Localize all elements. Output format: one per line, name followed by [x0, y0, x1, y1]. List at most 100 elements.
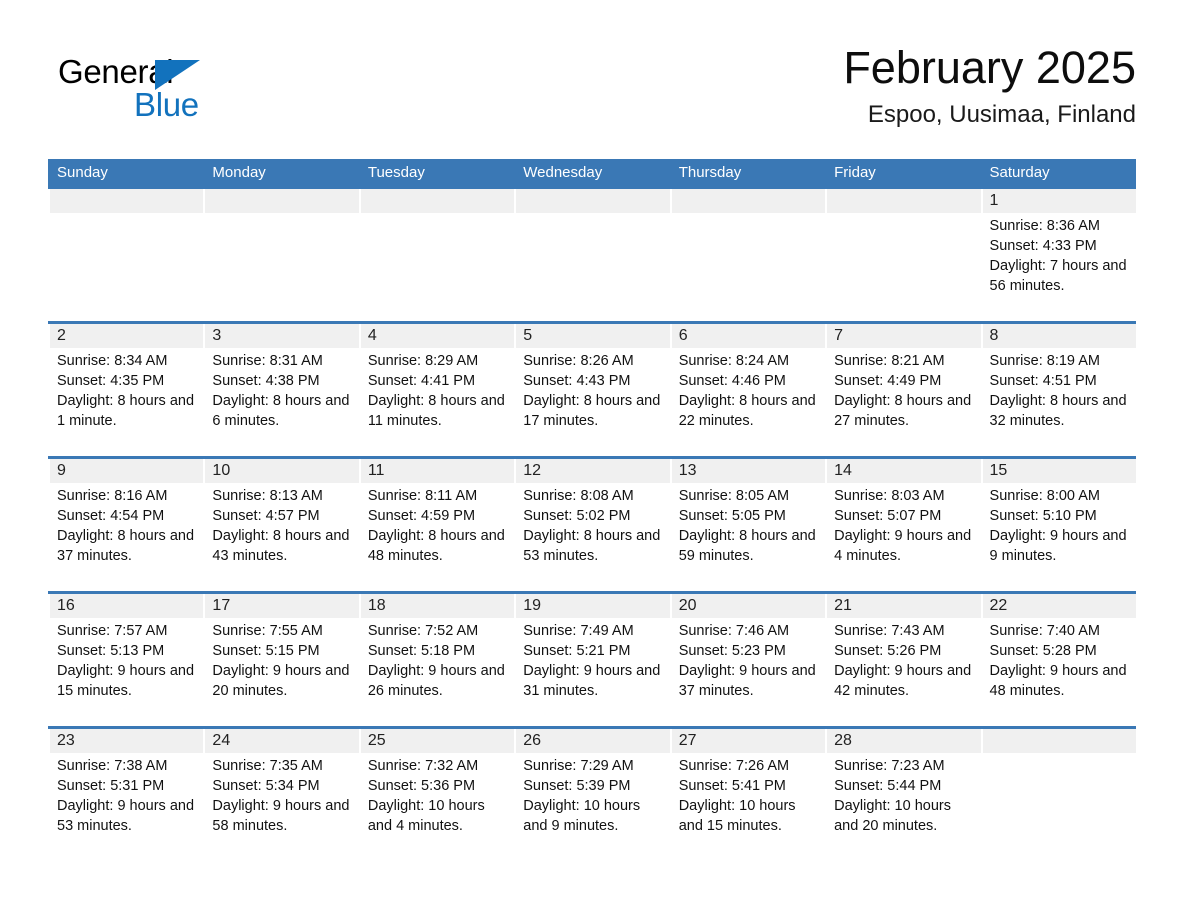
column-separator	[203, 729, 206, 753]
daylight-text: Daylight: 8 hours and 11 minutes.	[367, 393, 505, 429]
day-details: Sunrise: 8:11 AM Sunset: 4:59 PM Daylight:…	[368, 486, 505, 566]
daylight-text: Daylight: 9 hours and 53 minutes.	[57, 798, 195, 834]
day-cell[interactable]	[825, 189, 980, 321]
day-cell[interactable]: 14 Sunrise: 8:03 AM Sunset: 5:07 PM Dayligh…	[825, 459, 980, 591]
day-cell[interactable]	[358, 189, 514, 321]
sunrise-text: Sunrise: 7:46 AM	[678, 623, 790, 639]
day-cell[interactable]: 1 Sunrise: 8:36 AM Sunset: 4:33 PM Daylight…	[980, 189, 1136, 321]
day-details: Sunrise: 8:13 AM Sunset: 4:57 PM Daylight:…	[212, 486, 349, 566]
calendar-grid: Sunday Monday Tuesday Wednesday Thursday…	[48, 159, 1136, 861]
daylight-text: Daylight: 9 hours and 42 minutes.	[834, 663, 972, 699]
day-details: Sunrise: 7:38 AM Sunset: 5:31 PM Daylight:…	[57, 756, 194, 836]
column-separator	[48, 729, 50, 753]
sunset-text: Sunset: 5:15 PM	[212, 643, 320, 659]
day-cell[interactable]	[48, 189, 203, 321]
sunset-text: Sunset: 4:33 PM	[989, 238, 1097, 254]
daylight-text: Daylight: 9 hours and 20 minutes.	[212, 663, 350, 699]
day-cell[interactable]: 21 Sunrise: 7:43 AM Sunset: 5:26 PM Dayligh…	[825, 594, 980, 726]
weekday-header-row: Sunday Monday Tuesday Wednesday Thursday…	[48, 159, 1136, 186]
weekday-header-thursday: Thursday	[678, 164, 742, 181]
sunset-text: Sunset: 5:10 PM	[989, 508, 1097, 524]
day-cell[interactable]: 17 Sunrise: 7:55 AM Sunset: 5:15 PM Dayligh…	[203, 594, 358, 726]
day-cell[interactable]	[203, 189, 358, 321]
day-cell[interactable]: 18 Sunrise: 7:52 AM Sunset: 5:18 PM Dayligh…	[358, 594, 514, 726]
sunrise-text: Sunrise: 7:57 AM	[57, 623, 168, 639]
column-separator	[980, 594, 983, 618]
column-separator	[358, 729, 361, 753]
sunset-text: Sunset: 5:31 PM	[57, 778, 165, 794]
day-cell[interactable]: 7 Sunrise: 8:21 AM Sunset: 4:49 PM Daylight…	[825, 324, 980, 456]
day-details: Sunrise: 8:19 AM Sunset: 4:51 PM Daylight:…	[990, 351, 1127, 431]
day-number: 5	[523, 327, 533, 344]
sunrise-text: Sunrise: 8:19 AM	[989, 353, 1100, 369]
column-separator	[669, 189, 672, 213]
sunset-text: Sunset: 4:51 PM	[989, 373, 1097, 389]
day-cell[interactable]: 4 Sunrise: 8:29 AM Sunset: 4:41 PM Daylight…	[358, 324, 514, 456]
day-cell[interactable]: 25 Sunrise: 7:32 AM Sunset: 5:36 PM Dayligh…	[358, 729, 514, 861]
day-cell[interactable]: 23 Sunrise: 7:38 AM Sunset: 5:31 PM Dayligh…	[48, 729, 203, 861]
day-cell[interactable]	[980, 729, 1136, 861]
daylight-text: Daylight: 8 hours and 6 minutes.	[212, 393, 350, 429]
daylight-text: Daylight: 8 hours and 1 minute.	[57, 393, 195, 429]
day-details: Sunrise: 7:57 AM Sunset: 5:13 PM Daylight:…	[57, 621, 194, 701]
day-cell[interactable]: 13 Sunrise: 8:05 AM Sunset: 5:05 PM Dayligh…	[669, 459, 825, 591]
day-details: Sunrise: 7:55 AM Sunset: 5:15 PM Daylight:…	[212, 621, 349, 701]
day-number	[679, 189, 816, 213]
column-separator	[669, 324, 672, 348]
day-details: Sunrise: 8:00 AM Sunset: 5:10 PM Daylight:…	[990, 486, 1127, 566]
day-number: 23	[57, 732, 75, 749]
day-cell[interactable]: 20 Sunrise: 7:46 AM Sunset: 5:23 PM Dayligh…	[669, 594, 825, 726]
calendar-page: General Blue February 2025 Espoo, Uusima…	[0, 0, 1188, 918]
day-cell[interactable]: 16 Sunrise: 7:57 AM Sunset: 5:13 PM Dayligh…	[48, 594, 203, 726]
day-cell[interactable]: 10 Sunrise: 8:13 AM Sunset: 4:57 PM Dayligh…	[203, 459, 358, 591]
day-cell[interactable]: 9 Sunrise: 8:16 AM Sunset: 4:54 PM Daylight…	[48, 459, 203, 591]
day-cell[interactable]: 26 Sunrise: 7:29 AM Sunset: 5:39 PM Dayligh…	[514, 729, 669, 861]
sunrise-text: Sunrise: 7:29 AM	[523, 758, 634, 774]
day-cell[interactable]: 19 Sunrise: 7:49 AM Sunset: 5:21 PM Dayligh…	[514, 594, 669, 726]
weekday-header-wednesday: Wednesday	[523, 164, 603, 181]
day-details: Sunrise: 8:34 AM Sunset: 4:35 PM Daylight:…	[57, 351, 194, 431]
day-cell[interactable]: 8 Sunrise: 8:19 AM Sunset: 4:51 PM Daylight…	[980, 324, 1136, 456]
day-number: 2	[57, 327, 66, 344]
day-details: Sunrise: 7:43 AM Sunset: 5:26 PM Daylight:…	[834, 621, 971, 701]
day-cell[interactable]: 22 Sunrise: 7:40 AM Sunset: 5:28 PM Dayligh…	[980, 594, 1136, 726]
day-cell[interactable]	[514, 189, 669, 321]
day-cell[interactable]: 3 Sunrise: 8:31 AM Sunset: 4:38 PM Daylight…	[203, 324, 358, 456]
day-number	[368, 189, 505, 213]
day-number: 15	[989, 462, 1008, 479]
day-cell[interactable]: 12 Sunrise: 8:08 AM Sunset: 5:02 PM Dayligh…	[514, 459, 669, 591]
week-row: 2 Sunrise: 8:34 AM Sunset: 4:35 PM Daylight…	[48, 321, 1136, 456]
day-details: Sunrise: 7:26 AM Sunset: 5:41 PM Daylight:…	[679, 756, 816, 836]
day-cell[interactable]: 11 Sunrise: 8:11 AM Sunset: 4:59 PM Dayligh…	[358, 459, 514, 591]
day-cell[interactable]: 2 Sunrise: 8:34 AM Sunset: 4:35 PM Daylight…	[48, 324, 203, 456]
day-number: 27	[678, 732, 697, 749]
daylight-text: Daylight: 9 hours and 48 minutes.	[989, 663, 1127, 699]
week-row: 1 Sunrise: 8:36 AM Sunset: 4:33 PM Daylight…	[48, 186, 1136, 321]
day-cell[interactable]: 28 Sunrise: 7:23 AM Sunset: 5:44 PM Dayligh…	[825, 729, 980, 861]
day-details: Sunrise: 8:36 AM Sunset: 4:33 PM Daylight:…	[990, 216, 1127, 296]
sunrise-text: Sunrise: 7:43 AM	[834, 623, 945, 639]
sunrise-text: Sunrise: 7:35 AM	[212, 758, 323, 774]
day-cell[interactable]: 6 Sunrise: 8:24 AM Sunset: 4:46 PM Daylight…	[669, 324, 825, 456]
column-separator	[203, 189, 206, 213]
day-number: 25	[367, 732, 386, 749]
day-cell[interactable]: 15 Sunrise: 8:00 AM Sunset: 5:10 PM Dayligh…	[980, 459, 1136, 591]
daylight-text: Daylight: 9 hours and 9 minutes.	[989, 528, 1127, 564]
day-number: 18	[367, 597, 386, 614]
day-number: 24	[212, 732, 231, 749]
day-details: Sunrise: 8:16 AM Sunset: 4:54 PM Daylight:…	[57, 486, 194, 566]
sunrise-text: Sunrise: 8:16 AM	[57, 488, 168, 504]
day-details: Sunrise: 8:03 AM Sunset: 5:07 PM Daylight:…	[834, 486, 971, 566]
day-cell[interactable]: 24 Sunrise: 7:35 AM Sunset: 5:34 PM Dayligh…	[203, 729, 358, 861]
day-cell[interactable]	[669, 189, 825, 321]
page-title: February 2025	[843, 42, 1136, 93]
day-cell[interactable]: 5 Sunrise: 8:26 AM Sunset: 4:43 PM Daylight…	[514, 324, 669, 456]
sunset-text: Sunset: 5:21 PM	[523, 643, 631, 659]
generalblue-logo[interactable]: General Blue	[58, 54, 258, 140]
day-number: 9	[57, 462, 66, 479]
column-separator	[358, 594, 361, 618]
day-number: 8	[989, 327, 999, 344]
day-cell[interactable]: 27 Sunrise: 7:26 AM Sunset: 5:41 PM Dayligh…	[669, 729, 825, 861]
column-separator	[980, 189, 983, 213]
day-number: 21	[834, 597, 852, 614]
